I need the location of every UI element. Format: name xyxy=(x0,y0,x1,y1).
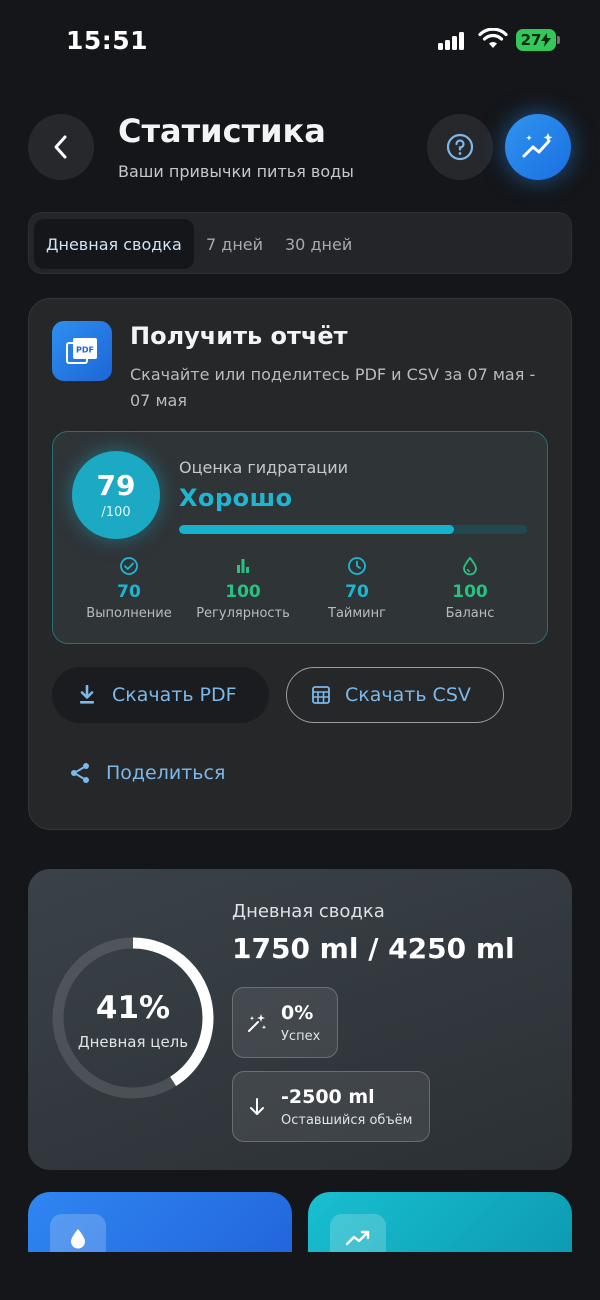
table-icon xyxy=(312,686,330,704)
battery-cap xyxy=(557,36,560,44)
page-subtitle: Ваши привычки питья воды xyxy=(118,162,354,181)
download-csv-button[interactable]: Скачать CSV xyxy=(286,667,504,723)
report-title: Получить отчёт xyxy=(130,322,348,350)
share-icon xyxy=(71,763,89,783)
bar-chart-icon xyxy=(237,559,249,573)
metric-name: Баланс xyxy=(445,606,495,621)
download-csv-label: Скачать CSV xyxy=(345,684,471,706)
daily-goal-label: Дневная цель xyxy=(77,1033,189,1051)
question-circle-icon xyxy=(446,133,474,161)
metric-value: 100 xyxy=(452,582,488,602)
wifi-icon xyxy=(478,28,508,48)
daily-summary-title: Дневная сводка xyxy=(232,901,385,922)
score-value: 79 xyxy=(96,468,136,502)
pdf-file-icon: PDF xyxy=(52,321,112,381)
share-button[interactable]: Поделиться xyxy=(68,757,225,789)
page-title: Статистика xyxy=(118,112,326,150)
metric-value: 70 xyxy=(345,582,369,602)
arrow-down-icon xyxy=(250,1097,264,1115)
share-label: Поделиться xyxy=(106,762,226,784)
success-stat-chip: 0% Успех xyxy=(232,987,338,1058)
trend-tile[interactable] xyxy=(308,1192,572,1252)
success-label: Успех xyxy=(281,1028,321,1044)
status-time: 15:51 xyxy=(66,26,149,55)
battery-level: 27 xyxy=(520,31,542,49)
download-icon xyxy=(80,685,94,704)
svg-text:PDF: PDF xyxy=(76,346,94,355)
tab-7-days[interactable]: 7 дней xyxy=(206,219,263,269)
score-label: Оценка гидратации xyxy=(179,458,348,477)
download-pdf-label: Скачать PDF xyxy=(112,684,237,706)
sparkles-icon xyxy=(248,1013,267,1032)
remaining-value: -2500 ml xyxy=(281,1085,375,1108)
success-value: 0% xyxy=(281,1001,314,1024)
check-circle-icon xyxy=(120,557,138,575)
score-rating: Хорошо xyxy=(179,484,293,512)
score-progress-bar xyxy=(179,525,527,534)
remaining-label: Оставшийся объём xyxy=(281,1112,413,1128)
help-button[interactable] xyxy=(427,114,493,180)
back-button[interactable] xyxy=(28,114,94,180)
report-subtitle: Скачайте или поделитесь PDF и CSV за 07 … xyxy=(130,365,536,410)
water-intake-tile[interactable] xyxy=(28,1192,292,1252)
metric-name: Регулярность xyxy=(196,606,290,621)
remaining-stat-chip: -2500 ml Оставшийся объём xyxy=(232,1071,430,1142)
clock-icon xyxy=(348,557,366,575)
download-pdf-button[interactable]: Скачать PDF xyxy=(52,667,269,723)
metric-balance: 100 Баланс xyxy=(415,556,525,621)
water-drop-icon xyxy=(50,1214,106,1252)
battery-indicator: 27 xyxy=(516,29,556,51)
hydration-score-badge: 79 /100 xyxy=(72,451,160,539)
score-max: /100 xyxy=(101,504,131,520)
metric-value: 100 xyxy=(225,582,261,602)
chevron-left-icon xyxy=(54,135,67,159)
period-tabs: Дневная сводка 7 дней 30 дней xyxy=(28,212,572,274)
tab-30-days[interactable]: 30 дней xyxy=(285,219,352,269)
insights-button[interactable] xyxy=(505,114,571,180)
metric-name: Тайминг xyxy=(328,606,386,621)
metric-value: 70 xyxy=(117,582,141,602)
daily-goal-percent: 41% xyxy=(95,990,171,1026)
cellular-signal-icon xyxy=(438,32,466,50)
drop-icon xyxy=(463,556,477,576)
metric-name: Выполнение xyxy=(86,606,172,621)
metric-regularity: 100 Регулярность xyxy=(188,556,298,621)
trend-up-icon xyxy=(330,1214,386,1252)
sparkle-chart-icon xyxy=(522,133,553,158)
daily-amount: 1750 ml / 4250 ml xyxy=(232,932,515,965)
charging-bolt-icon xyxy=(541,33,552,47)
tab-daily-summary[interactable]: Дневная сводка xyxy=(34,219,194,269)
metric-completion: 70 Выполнение xyxy=(74,556,184,621)
metric-timing: 70 Тайминг xyxy=(302,556,412,621)
score-progress-fill xyxy=(179,525,454,534)
